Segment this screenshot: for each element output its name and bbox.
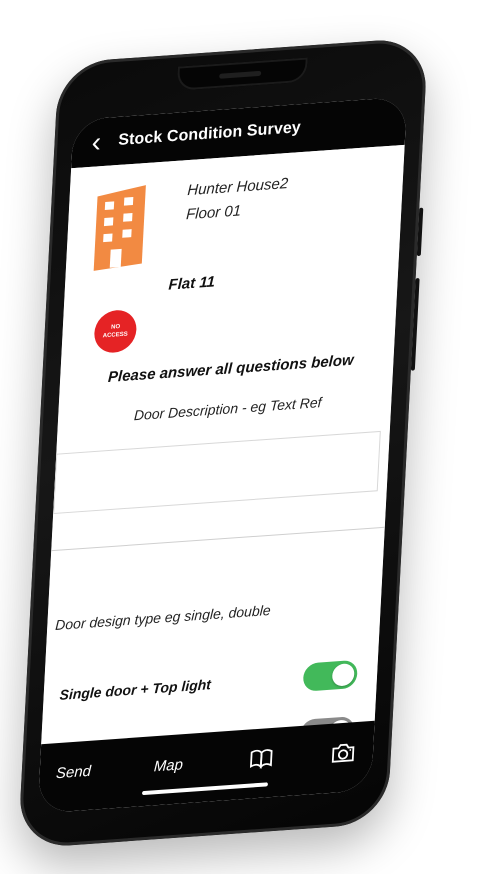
door-description-input[interactable] bbox=[53, 430, 381, 515]
door-design-type-label: Door design type eg single, double bbox=[54, 601, 272, 634]
book-tab[interactable] bbox=[244, 743, 279, 774]
section-divider bbox=[41, 525, 401, 552]
no-access-badge: NO ACCESS bbox=[93, 308, 138, 354]
camera-icon bbox=[330, 741, 357, 765]
door-option-label: Single door + Top light bbox=[59, 676, 212, 703]
survey-instruction: Please answer all questions below bbox=[107, 351, 355, 387]
door-description-label: Door Description - eg Text Ref bbox=[133, 393, 322, 424]
address-block: Hunter House2 Floor 01 bbox=[185, 172, 289, 227]
side-button bbox=[410, 277, 420, 371]
toggle-knob bbox=[331, 663, 355, 687]
home-indicator bbox=[141, 782, 269, 796]
flat-label: Flat 11 bbox=[168, 273, 216, 294]
building-icon bbox=[88, 180, 157, 273]
survey-content: Hunter House2 Floor 01 Flat 11 NO ACCESS… bbox=[41, 144, 405, 759]
camera-tab[interactable] bbox=[325, 738, 360, 769]
back-button[interactable]: ‹ bbox=[86, 126, 107, 158]
door-option-toggle-on[interactable] bbox=[302, 659, 358, 692]
door-option-row: Single door + Top light bbox=[43, 654, 379, 716]
no-access-text-line-2: ACCESS bbox=[102, 331, 128, 340]
map-tab[interactable]: Map bbox=[142, 749, 195, 781]
side-button bbox=[416, 207, 424, 257]
book-icon bbox=[249, 748, 274, 770]
phone-frame: ‹ Stock Condition Survey Hunter House2 F… bbox=[17, 37, 429, 849]
send-tab[interactable]: Send bbox=[47, 756, 100, 788]
phone-mockup-scene: ‹ Stock Condition Survey Hunter House2 F… bbox=[0, 0, 504, 874]
chevron-left-icon: ‹ bbox=[90, 126, 102, 158]
page-title: Stock Condition Survey bbox=[117, 119, 302, 149]
app-screen: ‹ Stock Condition Survey Hunter House2 F… bbox=[37, 96, 408, 814]
